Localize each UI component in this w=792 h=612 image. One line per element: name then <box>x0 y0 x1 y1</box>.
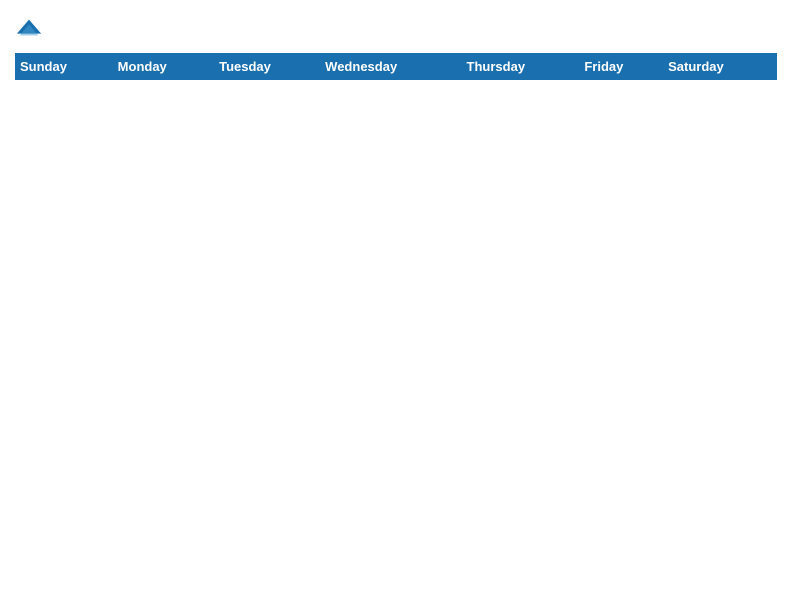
logo-icon <box>15 15 43 43</box>
calendar: SundayMondayTuesdayWednesdayThursdayFrid… <box>15 53 777 597</box>
dow-header: Wednesday <box>321 54 462 80</box>
header <box>15 15 777 43</box>
dow-header: Sunday <box>16 54 114 80</box>
dow-header: Friday <box>580 54 664 80</box>
calendar-body <box>16 80 777 597</box>
logo <box>15 15 47 43</box>
dow-header: Thursday <box>462 54 580 80</box>
days-of-week-row: SundayMondayTuesdayWednesdayThursdayFrid… <box>16 54 777 80</box>
dow-header: Monday <box>113 54 214 80</box>
dow-header: Saturday <box>664 54 777 80</box>
dow-header: Tuesday <box>215 54 321 80</box>
